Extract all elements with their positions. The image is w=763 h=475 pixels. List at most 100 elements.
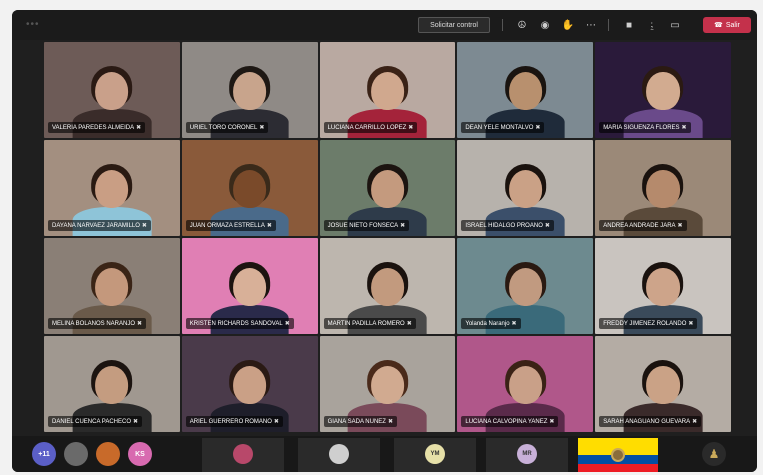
participant-name: JUAN ORMAZA ESTRELLA bbox=[189, 222, 265, 229]
mic-muted-icon: ✖ bbox=[273, 419, 279, 425]
video-tile[interactable]: ARIEL GUERRERO ROMANO ✖ bbox=[181, 336, 318, 432]
raise-hand-icon[interactable]: ✋ bbox=[561, 18, 575, 32]
microphone-icon[interactable]: ⍮ bbox=[645, 18, 659, 32]
participant-name-tag: SARAH ANAGUANO GUEVARA ✖ bbox=[599, 416, 702, 427]
participant-name-tag: JOSUE NIETO FONSECA ✖ bbox=[323, 220, 410, 231]
participant-mini-tile[interactable] bbox=[298, 438, 380, 472]
participant-face bbox=[646, 365, 680, 405]
participant-name-tag: ANDREA ANDRADE JARA ✖ bbox=[599, 220, 687, 231]
participant-face bbox=[370, 169, 405, 209]
participant-mini-avatar-mr: MR bbox=[517, 444, 537, 464]
toolbar-divider bbox=[502, 19, 503, 31]
video-tile[interactable]: LUCIANA CALVOPINA YANEZ ✖ bbox=[457, 336, 594, 432]
video-tile[interactable]: KRISTEN RICHARDS SANDOVAL ✖ bbox=[181, 238, 318, 334]
video-tile[interactable]: GIANA SADA NUNEZ ✖ bbox=[319, 336, 456, 432]
participant-name-tag: URIEL TORO CORONEL ✖ bbox=[185, 122, 269, 133]
participant-mini-tile[interactable]: MR bbox=[486, 438, 568, 472]
flag-stripe-red bbox=[578, 463, 658, 472]
participant-name-tag: MARTIN PADILLA ROMERO ✖ bbox=[323, 318, 416, 329]
participant-face bbox=[370, 71, 405, 111]
participant-name-tag: ISRAEL HIDALGO PROANO ✖ bbox=[461, 220, 554, 231]
video-tile[interactable]: Yolanda Naranjo ✖ bbox=[457, 238, 594, 334]
participant-mini-tile[interactable] bbox=[202, 438, 284, 472]
video-tile[interactable]: SARAH ANAGUANO GUEVARA ✖ bbox=[595, 336, 731, 432]
meeting-window: ••• Solicitar control ☮ ◉ ✋ ⋯ ■ ⍮ ▭ ☎ Sa… bbox=[12, 10, 757, 472]
participant-avatar[interactable] bbox=[64, 442, 88, 466]
mic-muted-icon: ✖ bbox=[511, 321, 517, 327]
participant-name: KRISTEN RICHARDS SANDOVAL bbox=[189, 320, 283, 327]
participant-name: GIANA SADA NUNEZ bbox=[327, 418, 386, 425]
participant-name: DAYANA NARVAEZ JARAMILLO bbox=[52, 222, 140, 229]
mic-muted-icon: ✖ bbox=[259, 125, 265, 131]
mic-muted-icon: ✖ bbox=[681, 125, 687, 131]
video-tile[interactable]: DAYANA NARVAEZ JARAMILLO ✖ bbox=[44, 140, 180, 236]
mic-muted-icon: ✖ bbox=[549, 419, 555, 425]
video-grid: VALERIA PAREDES ALMEIDA ✖ URIEL TORO CORON… bbox=[44, 42, 731, 434]
participant-name-tag: ARIEL GUERRERO ROMANO ✖ bbox=[185, 416, 283, 427]
camera-icon[interactable]: ■ bbox=[622, 18, 636, 32]
participant-name: DANIEL CUENCA PACHECO bbox=[52, 418, 132, 425]
leave-button[interactable]: ☎ Salir bbox=[703, 17, 751, 33]
participant-face bbox=[508, 267, 542, 307]
video-tile[interactable]: FREDDY JIMENEZ ROLANDO ✖ bbox=[595, 238, 731, 334]
video-tile[interactable]: MELINA BOLANOS NARANJO ✖ bbox=[44, 238, 180, 334]
video-tile[interactable]: MARIA SIGUENZA FLORES ✖ bbox=[595, 42, 731, 138]
participant-name-tag: FREDDY JIMENEZ ROLANDO ✖ bbox=[599, 318, 698, 329]
participants-icon[interactable]: ☮ bbox=[515, 18, 529, 32]
leave-label: Salir bbox=[725, 21, 740, 29]
participant-mini-tile[interactable]: YM bbox=[394, 438, 476, 472]
mic-muted-icon: ✖ bbox=[387, 419, 393, 425]
request-control-button[interactable]: Solicitar control bbox=[418, 17, 490, 33]
video-tile[interactable]: MARTIN PADILLA ROMERO ✖ bbox=[319, 238, 456, 334]
figure-avatar-icon[interactable]: ♟ bbox=[702, 442, 726, 466]
participant-name-tag: VALERIA PAREDES ALMEIDA ✖ bbox=[48, 122, 146, 133]
participant-face bbox=[370, 365, 405, 405]
video-tile[interactable]: DANIEL CUENCA PACHECO ✖ bbox=[44, 336, 180, 432]
share-screen-icon[interactable]: ▭ bbox=[668, 18, 682, 32]
participant-name: JOSUE NIETO FONSECA bbox=[327, 222, 399, 229]
participant-face bbox=[95, 267, 129, 307]
video-tile[interactable]: ANDREA ANDRADE JARA ✖ bbox=[595, 140, 731, 236]
participant-name-tag: MELINA BOLANOS NARANJO ✖ bbox=[48, 318, 147, 329]
participant-name: FREDDY JIMENEZ ROLANDO bbox=[603, 320, 687, 327]
video-tile[interactable]: URIEL TORO CORONEL ✖ bbox=[181, 42, 318, 138]
participant-name-tag: DAYANA NARVAEZ JARAMILLO ✖ bbox=[48, 220, 151, 231]
participant-name: MARIA SIGUENZA FLORES bbox=[603, 124, 680, 131]
participant-avatar[interactable] bbox=[96, 442, 120, 466]
mic-muted-icon: ✖ bbox=[284, 321, 290, 327]
participant-name: LUCIANA CARRILLO LOPEZ bbox=[327, 124, 407, 131]
ecuador-flag-tile[interactable] bbox=[578, 438, 658, 472]
participant-name: URIEL TORO CORONEL bbox=[189, 124, 258, 131]
video-tile[interactable]: JOSUE NIETO FONSECA ✖ bbox=[319, 140, 456, 236]
participant-mini-avatar bbox=[233, 444, 253, 464]
video-tile[interactable]: JUAN ORMAZA ESTRELLA ✖ bbox=[181, 140, 318, 236]
participant-face bbox=[646, 71, 680, 111]
video-tile[interactable]: LUCIANA CARRILLO LOPEZ ✖ bbox=[319, 42, 456, 138]
participant-face bbox=[508, 365, 542, 405]
participant-avatar-ks[interactable]: KS bbox=[128, 442, 152, 466]
participant-face bbox=[646, 267, 680, 307]
mic-muted-icon: ✖ bbox=[133, 419, 139, 425]
participant-face bbox=[233, 365, 267, 405]
video-tile[interactable]: VALERIA PAREDES ALMEIDA ✖ bbox=[44, 42, 180, 138]
participant-mini-avatar bbox=[329, 444, 349, 464]
participant-name-tag: LUCIANA CALVOPINA YANEZ ✖ bbox=[461, 416, 559, 427]
mic-muted-icon: ✖ bbox=[535, 125, 541, 131]
participant-name: DEAN YELE MONTALVO bbox=[465, 124, 534, 131]
video-tile[interactable]: ISRAEL HIDALGO PROANO ✖ bbox=[457, 140, 594, 236]
more-dots-icon: ••• bbox=[26, 19, 40, 30]
mic-muted-icon: ✖ bbox=[266, 223, 272, 229]
mic-muted-icon: ✖ bbox=[136, 125, 142, 131]
video-tile[interactable]: DEAN YELE MONTALVO ✖ bbox=[457, 42, 594, 138]
chat-icon[interactable]: ◉ bbox=[538, 18, 552, 32]
participant-mini-avatar-ym: YM bbox=[425, 444, 445, 464]
participant-name-tag: Yolanda Naranjo ✖ bbox=[461, 318, 521, 329]
mic-muted-icon: ✖ bbox=[692, 419, 698, 425]
participant-name: ARIEL GUERRERO ROMANO bbox=[189, 418, 272, 425]
mic-muted-icon: ✖ bbox=[408, 125, 414, 131]
more-actions-icon[interactable]: ⋯ bbox=[584, 18, 598, 32]
mic-muted-icon: ✖ bbox=[400, 223, 406, 229]
participant-name-tag: JUAN ORMAZA ESTRELLA ✖ bbox=[185, 220, 276, 231]
overflow-count-badge[interactable]: +11 bbox=[32, 442, 56, 466]
participant-name-tag: DEAN YELE MONTALVO ✖ bbox=[461, 122, 545, 133]
